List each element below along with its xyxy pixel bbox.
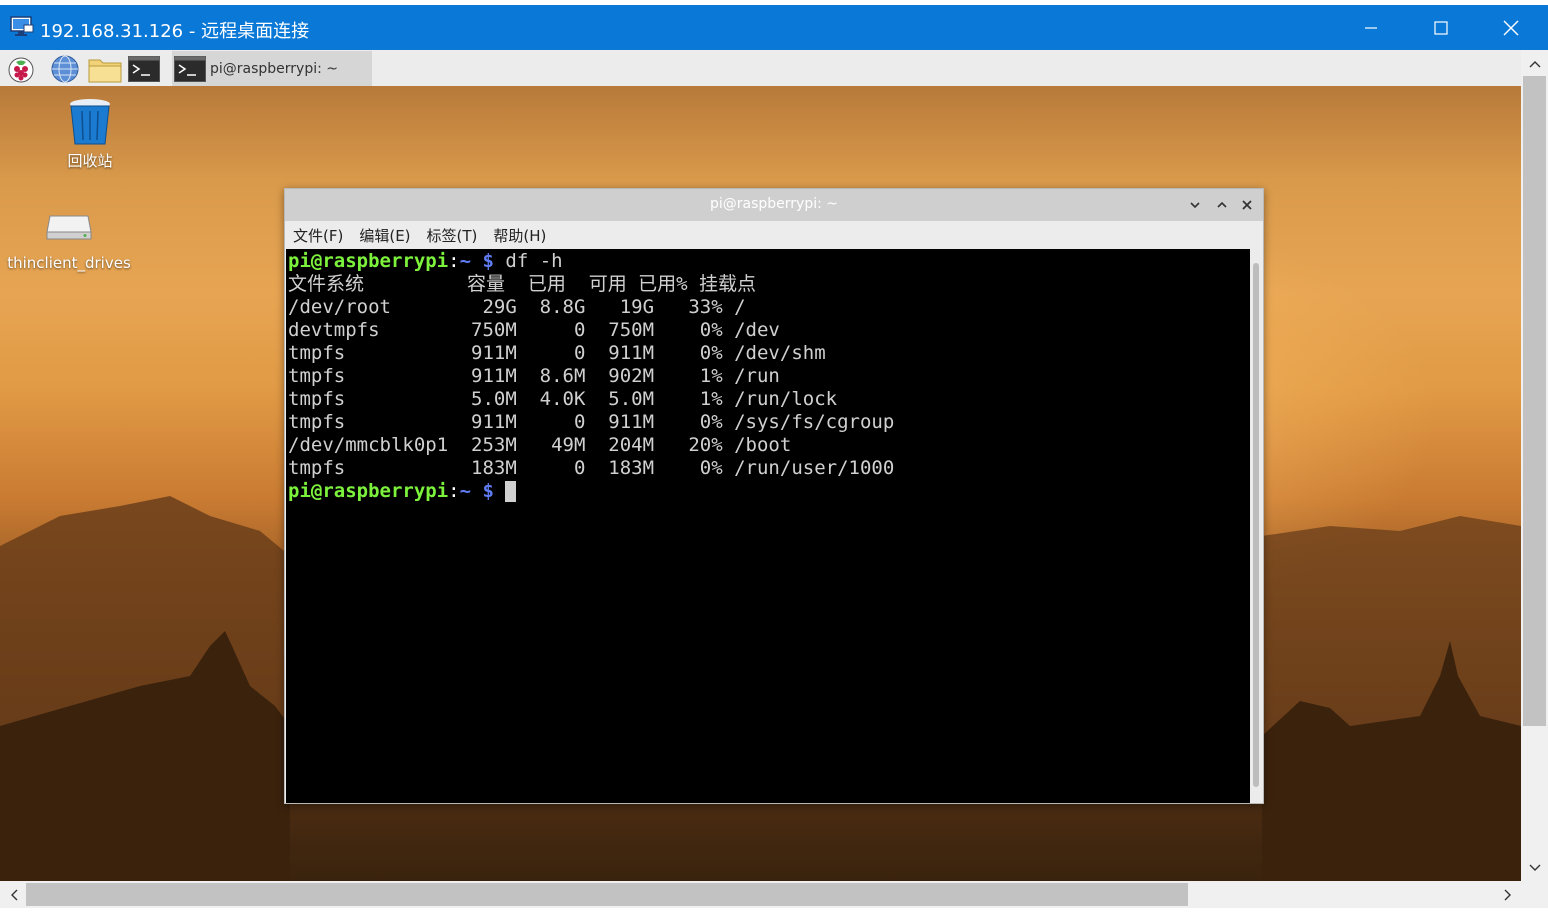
command-text: df -h <box>493 250 563 272</box>
desktop-icon-trash-label: 回收站 <box>67 152 113 170</box>
rdp-window-title: 192.168.31.126 - 远程桌面连接 <box>40 21 310 42</box>
vertical-scrollbar[interactable] <box>1521 50 1548 881</box>
prompt-dollar: $ <box>482 250 494 272</box>
terminal-menu-bar: 文件(F) 编辑(E) 标签(T) 帮助(H) <box>285 221 1263 249</box>
output-line: tmpfs 5.0M 4.0K 5.0M 1% /run/lock <box>288 388 838 410</box>
output-line: /dev/root 29G 8.8G 19G 33% / <box>288 296 746 318</box>
maximize-button[interactable] <box>1406 5 1476 50</box>
web-browser-icon <box>51 55 79 83</box>
rdp-title-bar[interactable]: 192.168.31.126 - 远程桌面连接 <box>0 5 1548 50</box>
menu-tabs[interactable]: 标签(T) <box>427 225 478 246</box>
remote-desktop-window: 192.168.31.126 - 远程桌面连接 pi@raspberrypi: … <box>0 0 1548 912</box>
chevron-down-icon <box>1529 864 1540 871</box>
command-line: pi@raspberrypi:~ $ df -h <box>288 250 894 273</box>
output-line: tmpfs 911M 0 911M 0% /sys/fs/cgroup <box>288 411 895 433</box>
terminal-maximize-button[interactable] <box>1212 195 1232 215</box>
chevron-down-icon <box>1190 202 1200 209</box>
prompt-path: ~ <box>459 480 472 502</box>
chevron-left-icon <box>10 889 17 900</box>
web-browser-button[interactable] <box>48 52 82 86</box>
horizontal-scrollbar-thumb[interactable] <box>26 883 1188 906</box>
maximize-icon <box>1434 20 1448 35</box>
terminal-output: pi@raspberrypi:~ $ df -h 文件系统 容量 已用 可用 已用… <box>288 250 894 503</box>
scroll-down-button[interactable] <box>1521 854 1548 881</box>
output-line: tmpfs 183M 0 183M 0% /run/user/1000 <box>288 457 895 479</box>
terminal-minimize-button[interactable] <box>1185 195 1205 215</box>
menu-edit[interactable]: 编辑(E) <box>359 225 410 246</box>
scroll-left-button[interactable] <box>0 881 27 908</box>
desktop-icon-drive-label: thinclient_drives <box>7 254 131 272</box>
vertical-scrollbar-thumb[interactable] <box>1523 76 1546 726</box>
desktop-icon-trash[interactable]: 回收站 <box>55 96 125 171</box>
output-line: tmpfs 911M 8.6M 902M 1% /run <box>288 365 780 387</box>
current-prompt-line: pi@raspberrypi:~ $ <box>288 480 894 503</box>
chevron-up-icon <box>1529 60 1540 67</box>
trash-bin-icon <box>70 99 110 145</box>
terminal-window-title: pi@raspberrypi: ~ <box>709 196 839 212</box>
close-icon <box>1503 20 1519 35</box>
terminal-launcher-button[interactable] <box>127 52 161 86</box>
remote-desktop-icon <box>10 16 34 38</box>
horizontal-scrollbar[interactable] <box>0 881 1521 908</box>
terminal-close-button[interactable] <box>1237 195 1257 215</box>
drive-icon <box>46 215 92 240</box>
terminal-scrollbar-thumb[interactable] <box>1253 263 1259 787</box>
taskbar-task-terminal[interactable]: pi@raspberrypi: ~ <box>172 51 372 86</box>
scroll-right-button[interactable] <box>1494 881 1521 908</box>
terminal-icon <box>174 55 206 82</box>
terminal-icon <box>128 56 160 82</box>
menu-file[interactable]: 文件(F) <box>293 225 343 246</box>
prompt-colon: : <box>448 250 460 272</box>
output-line: 文件系统 容量 已用 可用 已用% 挂载点 <box>288 273 757 295</box>
chevron-right-icon <box>1504 889 1511 900</box>
file-manager-button[interactable] <box>88 52 122 86</box>
desktop-icon-drive[interactable]: thinclient_drives <box>4 214 134 272</box>
output-line: tmpfs 911M 0 911M 0% /dev/shm <box>288 342 826 364</box>
scrollbar-corner <box>1521 881 1548 908</box>
file-manager-icon <box>88 59 122 83</box>
prompt-path: ~ <box>459 250 472 272</box>
raspberry-menu-icon <box>8 57 34 83</box>
output-line: devtmpfs 750M 0 750M 0% /dev <box>288 319 780 341</box>
prompt-colon: : <box>448 480 460 502</box>
terminal-scrollbar[interactable] <box>1250 249 1263 803</box>
text-cursor <box>505 481 517 502</box>
minimize-button[interactable] <box>1336 5 1406 50</box>
taskbar-task-label: pi@raspberrypi: ~ <box>210 60 339 77</box>
close-icon <box>1242 200 1252 210</box>
menu-help[interactable]: 帮助(H) <box>493 225 546 246</box>
terminal-screen[interactable]: pi@raspberrypi:~ $ df -h 文件系统 容量 已用 可用 已用… <box>286 249 1250 803</box>
raspberry-menu-button[interactable] <box>4 52 38 86</box>
close-button[interactable] <box>1476 5 1546 50</box>
terminal-window: pi@raspberrypi: ~ 文件(F) 编辑(E) 标签(T) 帮助(H… <box>284 188 1264 804</box>
minimize-icon <box>1365 26 1377 29</box>
pi-taskbar: pi@raspberrypi: ~ <box>0 50 1521 86</box>
prompt-user-host: pi@raspberrypi <box>288 250 449 272</box>
prompt-dollar: $ <box>482 480 494 502</box>
output-line: /dev/mmcblk0p1 253M 49M 204M 20% /boot <box>288 434 792 456</box>
scroll-up-button[interactable] <box>1521 50 1548 77</box>
prompt-user-host: pi@raspberrypi <box>288 480 449 502</box>
terminal-title-bar[interactable]: pi@raspberrypi: ~ <box>285 189 1263 221</box>
chevron-up-icon <box>1217 201 1227 208</box>
